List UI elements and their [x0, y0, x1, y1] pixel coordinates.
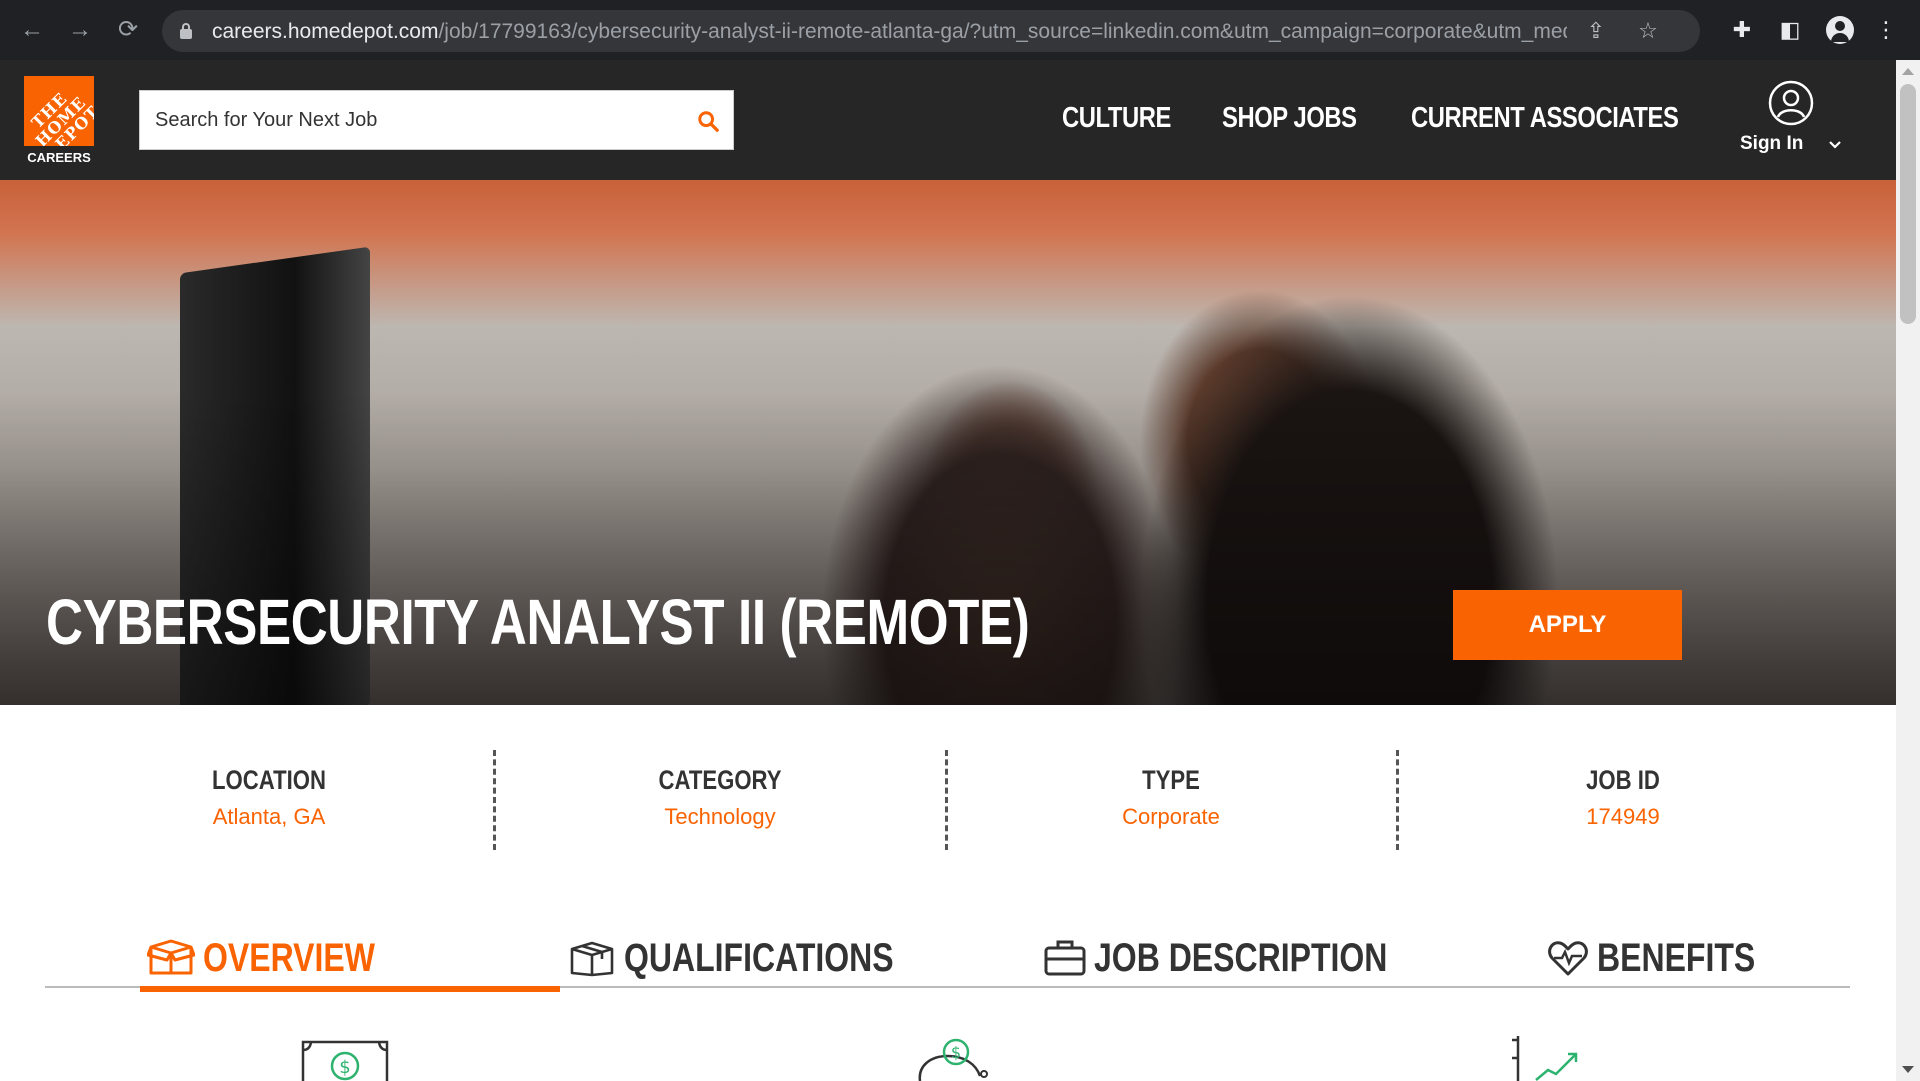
- piggy-bank-icon: $: [918, 1038, 988, 1081]
- fact-divider: [945, 750, 948, 850]
- fact-value: Technology: [664, 804, 776, 829]
- home-depot-logo[interactable]: THE HOME DEPOT: [24, 76, 94, 146]
- fact-category: CATEGORY Technology: [510, 765, 930, 830]
- svg-text:$: $: [951, 1043, 961, 1062]
- user-account-icon: [1768, 80, 1814, 126]
- nav-shop-jobs[interactable]: SHOP JOBS: [1222, 102, 1357, 135]
- url-text[interactable]: careers.homedepot.com/job/17799163/cyber…: [212, 20, 1567, 44]
- heart-pulse-icon: [1548, 941, 1588, 976]
- forward-icon[interactable]: →: [64, 14, 96, 46]
- box-icon: [570, 941, 614, 977]
- logo-wordmark: THE HOME DEPOT: [27, 88, 94, 146]
- sign-in-menu[interactable]: Sign In: [1740, 80, 1850, 170]
- nav-culture[interactable]: CULTURE: [1062, 102, 1171, 135]
- extensions-icon[interactable]: ✚: [1726, 14, 1758, 46]
- growth-chart-icon: [1512, 1036, 1578, 1081]
- fact-divider: [493, 750, 496, 850]
- logo-caption: CAREERS: [27, 150, 91, 165]
- money-bill-icon: $: [301, 1040, 389, 1081]
- site-header: THE HOME DEPOT CAREERS CULTURE SHOP JOBS…: [0, 60, 1896, 180]
- tab-label: BENEFITS: [1597, 935, 1756, 980]
- tab-label: OVERVIEW: [203, 935, 375, 980]
- tab-qualifications[interactable]: QUALIFICATIONS: [568, 928, 961, 988]
- menu-kebab-icon[interactable]: ⋮: [1870, 14, 1902, 46]
- bookmark-star-icon[interactable]: ☆: [1636, 19, 1660, 43]
- search-icon[interactable]: [697, 110, 719, 132]
- chevron-down-icon: [1829, 141, 1841, 149]
- tab-label: JOB DESCRIPTION: [1094, 935, 1388, 980]
- page-scrollbar[interactable]: [1896, 60, 1920, 1081]
- scroll-down-arrow-icon[interactable]: [1902, 1066, 1914, 1073]
- reload-icon[interactable]: ⟳: [112, 14, 144, 46]
- tab-benefits[interactable]: BENEFITS: [1547, 928, 1795, 988]
- share-icon[interactable]: ⇪: [1584, 19, 1608, 43]
- fact-job-id: JOB ID 174949: [1413, 765, 1833, 830]
- tab-overview[interactable]: OVERVIEW: [140, 928, 560, 992]
- profile-avatar-icon[interactable]: [1826, 16, 1854, 44]
- fact-label: LOCATION: [212, 765, 326, 795]
- fact-label: JOB ID: [1586, 765, 1660, 795]
- briefcase-icon: [1044, 940, 1086, 976]
- job-title: CYBERSECURITY ANALYST II (REMOTE): [46, 586, 1030, 658]
- hero-banner: CYBERSECURITY ANALYST II (REMOTE) APPLY: [0, 180, 1896, 705]
- tab-label: QUALIFICATIONS: [624, 935, 894, 980]
- svg-text:$: $: [339, 1057, 350, 1078]
- back-icon[interactable]: ←: [16, 14, 48, 46]
- browser-toolbar: ← → ⟳ careers.homedepot.com/job/17799163…: [0, 0, 1920, 60]
- scrollbar-thumb[interactable]: [1900, 84, 1916, 324]
- job-facts: LOCATION Atlanta, GA CATEGORY Technology…: [0, 705, 1896, 885]
- job-detail-tabs: OVERVIEW QUALIFICATIONS JOB DESCRIPTION …: [45, 928, 1850, 992]
- side-panel-icon[interactable]: ◧: [1774, 14, 1806, 46]
- sign-in-label: Sign In: [1740, 133, 1804, 154]
- box-open-icon: [147, 939, 195, 975]
- fact-value: 174949: [1586, 804, 1660, 829]
- address-bar[interactable]: careers.homedepot.com/job/17799163/cyber…: [162, 10, 1700, 52]
- fact-value: Atlanta, GA: [212, 804, 326, 829]
- scroll-up-arrow-icon[interactable]: [1902, 68, 1914, 75]
- fact-value: Corporate: [1122, 804, 1220, 829]
- lock-icon[interactable]: [180, 23, 192, 39]
- tab-job-description[interactable]: JOB DESCRIPTION: [1044, 928, 1461, 988]
- fact-divider: [1396, 750, 1399, 850]
- fact-label: CATEGORY: [658, 765, 782, 795]
- fact-location: LOCATION Atlanta, GA: [59, 765, 479, 830]
- apply-button[interactable]: APPLY: [1453, 590, 1682, 660]
- fact-label: TYPE: [1142, 765, 1200, 795]
- fact-type: TYPE Corporate: [961, 765, 1381, 830]
- nav-current-associates[interactable]: CURRENT ASSOCIATES: [1411, 102, 1679, 135]
- job-search-input[interactable]: [140, 91, 680, 149]
- job-search-box: [139, 90, 734, 150]
